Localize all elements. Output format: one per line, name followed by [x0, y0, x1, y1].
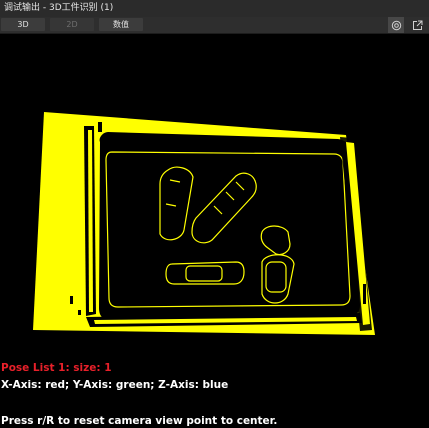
tab-3d[interactable]: 3D — [1, 18, 45, 31]
noise — [98, 122, 102, 132]
axes-legend: X-Axis: red; Y-Axis: green; Z-Axis: blue — [1, 379, 229, 391]
noise — [78, 310, 81, 315]
target-button[interactable] — [388, 17, 404, 33]
target-icon — [391, 20, 401, 30]
toolbar: 3D 2D 数值 — [0, 17, 429, 34]
title-bar: 调试输出 - 3D工件识别 (1) — [0, 0, 429, 17]
noise — [363, 284, 366, 304]
open-external-button[interactable] — [409, 17, 425, 33]
pose-list-label: Pose List 1: size: 1 — [1, 362, 112, 374]
window-title: 调试输出 - 3D工件识别 (1) — [4, 3, 114, 13]
3d-viewport[interactable]: Pose List 1: size: 1 X-Axis: red; Y-Axis… — [0, 34, 429, 428]
reset-hint: Press r/R to reset camera view point to … — [1, 415, 278, 427]
tray-interior — [99, 132, 360, 320]
noise — [70, 296, 73, 304]
tab-2d[interactable]: 2D — [50, 18, 94, 31]
tab-values[interactable]: 数值 — [99, 18, 143, 31]
external-link-icon — [412, 20, 422, 30]
